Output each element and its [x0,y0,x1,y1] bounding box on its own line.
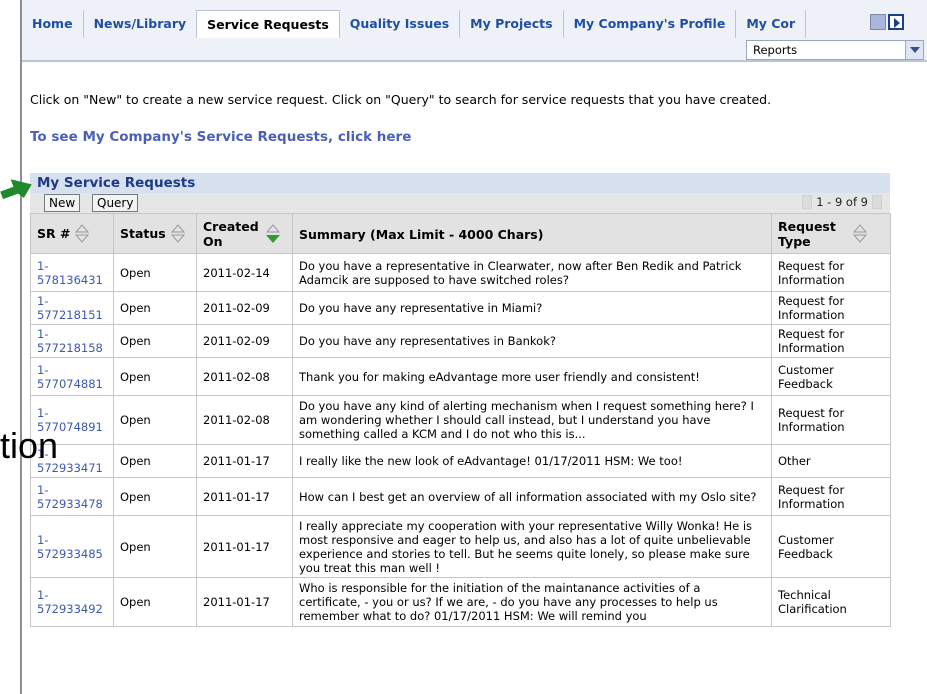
request-type-cell: Request for Information [771,395,891,445]
service-requests-table: SR # Status Created On Summary (Max Limit -… [30,213,891,627]
left-border [20,0,22,694]
request-type-cell: Request for Information [771,253,891,292]
company-requests-link[interactable]: To see My Company's Service Requests, cl… [30,129,411,145]
tab-my-projects[interactable]: My Projects [460,10,564,38]
table-row[interactable]: 1- 577074891 Open 2011-02-08 Do you have any… [30,395,891,445]
created-on-cell: 2011-02-08 [196,357,293,396]
created-on-cell: 2011-02-09 [196,324,293,358]
status-cell: Open [113,444,197,478]
summary-cell: Do you have a representative in Clearwat… [292,253,772,292]
summary-cell: How can I best get an overview of all in… [292,477,772,516]
overlay-caption: tion [0,425,59,466]
col-request-type[interactable]: Request Type [771,213,891,254]
table-row[interactable]: 1- 572933478 Open 2011-01-17 How can I best … [30,477,891,516]
sr-number-link[interactable]: 1- 572933492 [30,577,114,627]
status-cell: Open [113,477,197,516]
request-type-cell: Other [771,444,891,478]
table-row[interactable]: 1- 577218151 Open 2011-02-09 Do you have any… [30,291,891,325]
next-page-icon[interactable] [872,195,882,209]
created-on-cell: 2011-01-17 [196,577,293,627]
reports-dropdown-value: Reports [753,43,798,57]
status-cell: Open [113,357,197,396]
table-header-row: SR # Status Created On Summary (Max Limit -… [30,213,891,254]
tab-home[interactable]: Home [22,10,84,38]
col-summary-label: Summary (Max Limit - 4000 Chars) [299,226,544,242]
request-type-cell: Technical Clarification [771,577,891,627]
scroll-left-icon[interactable] [870,14,886,30]
col-sr-number-label: SR # [37,226,71,241]
status-cell: Open [113,515,197,578]
panel-toolbar: New Query 1 - 9 of 9 [30,193,890,213]
status-cell: Open [113,395,197,445]
table-body: 1- 578136431 Open 2011-02-14 Do you have a r… [30,253,891,627]
summary-cell: Who is responsible for the initiation of… [292,577,772,627]
table-row[interactable]: 1- 572933485 Open 2011-01-17 I really apprec… [30,515,891,578]
summary-cell: Do you have any representative in Miami? [292,291,772,325]
created-on-cell: 2011-02-09 [196,291,293,325]
col-summary[interactable]: Summary (Max Limit - 4000 Chars) [292,213,772,254]
request-type-cell: Request for Information [771,477,891,516]
created-on-cell: 2011-02-14 [196,253,293,292]
sr-number-link[interactable]: 1- 577218158 [30,324,114,358]
request-type-cell: Customer Feedback [771,515,891,578]
tab-my-company-s-profile[interactable]: My Company's Profile [564,10,737,38]
top-navigation: Home News/Library Service Requests Quality … [22,0,927,62]
prev-page-icon[interactable] [802,195,813,209]
created-on-cell: 2011-01-17 [196,477,293,516]
sort-icon[interactable] [170,223,186,244]
summary-cell: Do you have any kind of alerting mechani… [292,395,772,445]
tab-news-library[interactable]: News/Library [84,10,198,38]
col-created-on[interactable]: Created On [196,213,293,254]
chevron-down-icon[interactable] [905,41,923,59]
status-cell: Open [113,253,197,292]
instructions-text: Click on "New" to create a new service r… [30,92,772,107]
request-type-cell: Request for Information [771,291,891,325]
sort-icon[interactable] [74,223,90,244]
summary-cell: Thank you for making eAdvantage more use… [292,357,772,396]
tab-my-cor[interactable]: My Cor [736,10,807,38]
summary-cell: I really like the new look of eAdvantage… [292,444,772,478]
sr-number-link[interactable]: 1- 577074881 [30,357,114,396]
sort-desc-icon[interactable] [265,223,281,244]
nav-tabs: Home News/Library Service Requests Quality … [22,10,807,38]
summary-cell: Do you have any representatives in Banko… [292,324,772,358]
sort-icon[interactable] [852,223,868,244]
table-row[interactable]: 1- 578136431 Open 2011-02-14 Do you have a r… [30,253,891,292]
col-status[interactable]: Status [113,213,197,254]
status-cell: Open [113,291,197,325]
tab-scroll-controls [870,14,906,30]
table-row[interactable]: 1- 572933492 Open 2011-01-17 Who is responsi… [30,577,891,627]
reports-dropdown[interactable]: Reports [746,40,924,60]
request-type-cell: Customer Feedback [771,357,891,396]
col-sr-number[interactable]: SR # [30,213,114,254]
sr-number-link[interactable]: 1- 572933478 [30,477,114,516]
col-status-label: Status [120,226,166,241]
col-created-on-label: Created On [203,218,259,249]
status-cell: Open [113,324,197,358]
pager-text: 1 - 9 of 9 [816,195,868,209]
scroll-right-icon[interactable] [888,14,904,30]
created-on-cell: 2011-02-08 [196,395,293,445]
col-request-type-label: Request Type [778,218,836,249]
table-row[interactable]: 1- 577218158 Open 2011-02-09 Do you have any… [30,324,891,358]
status-cell: Open [113,577,197,627]
tab-quality-issues[interactable]: Quality Issues [340,10,461,38]
created-on-cell: 2011-01-17 [196,444,293,478]
table-row[interactable]: 1- 577074881 Open 2011-02-08 Thank you for m… [30,357,891,396]
request-type-cell: Request for Information [771,324,891,358]
table-row[interactable]: 1- 572933471 Open 2011-01-17 I really like t… [30,444,891,478]
pager: 1 - 9 of 9 [798,195,886,209]
sr-number-link[interactable]: 1- 578136431 [30,253,114,292]
query-button[interactable]: Query [92,194,139,212]
created-on-cell: 2011-01-17 [196,515,293,578]
panel-title: My Service Requests [30,173,890,193]
summary-cell: I really appreciate my cooperation with … [292,515,772,578]
sr-number-link[interactable]: 1- 572933485 [30,515,114,578]
new-button[interactable]: New [44,194,81,212]
tab-service-requests[interactable]: Service Requests [197,10,340,38]
service-requests-panel: My Service Requests New Query 1 - 9 of 9… [30,173,891,627]
green-arrow-icon [0,179,32,200]
sr-number-link[interactable]: 1- 577218151 [30,291,114,325]
